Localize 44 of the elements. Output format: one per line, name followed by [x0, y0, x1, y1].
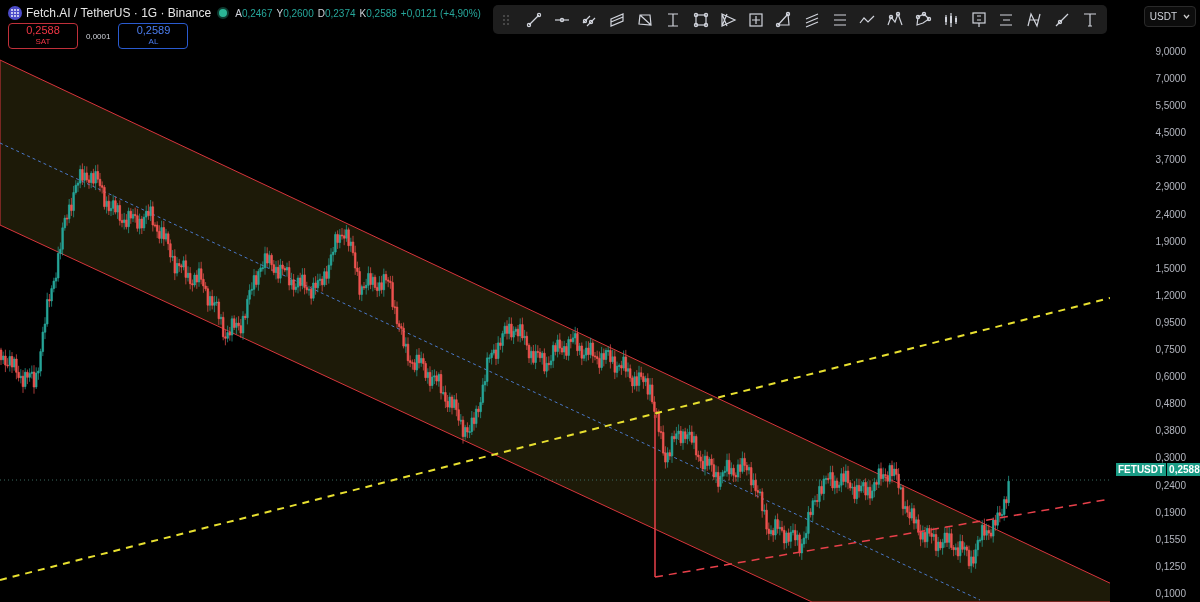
price-tick: 9,0000 — [1155, 45, 1186, 58]
price-tick: 0,3000 — [1155, 451, 1186, 465]
price-tick: 0,1900 — [1155, 505, 1186, 519]
trend-line-icon[interactable] — [524, 10, 543, 29]
fan-icon[interactable] — [719, 10, 738, 29]
price-tick: 1,2000 — [1155, 288, 1186, 302]
symbol-label: FETUSDT — [1116, 463, 1167, 476]
currency-dropdown[interactable]: USDT — [1143, 6, 1196, 27]
ohlc-value: D0,2374 — [317, 7, 356, 19]
price-tick: 0,4800 — [1155, 397, 1186, 411]
ohlc-value: A0,2467 — [235, 7, 273, 19]
price-change: +0,0121 (+4,90%) — [400, 7, 481, 19]
price-tick: 2,4000 — [1155, 207, 1186, 221]
ohlc-value: K0,2588 — [359, 7, 397, 19]
caret-icon — [1183, 14, 1190, 19]
rectangle-icon[interactable] — [691, 10, 710, 29]
price-tick: 5,5000 — [1155, 99, 1186, 113]
network-icon[interactable] — [913, 10, 932, 29]
price-tick: 0,1250 — [1155, 559, 1186, 573]
price-tick: 2,9000 — [1155, 180, 1186, 194]
channel-icon[interactable] — [608, 10, 627, 29]
price-tick: 4,5000 — [1155, 126, 1186, 140]
price-tick: 0,9500 — [1155, 315, 1186, 329]
spread-value: 0,0001 — [86, 31, 111, 41]
price-tick: 7,0000 — [1155, 72, 1186, 86]
price-tick: 0,6000 — [1155, 370, 1186, 384]
sell-button[interactable]: 0,2588 SAT — [8, 23, 78, 49]
triangle-icon[interactable] — [774, 10, 793, 29]
ohlc-value: Y0,2600 — [276, 7, 314, 19]
price-tick: 0,1000 — [1155, 586, 1186, 600]
buy-button[interactable]: 0,2589 AL — [118, 23, 189, 49]
last-price-label: 0,2588 — [1167, 463, 1200, 476]
price-tick: 1,9000 — [1155, 234, 1186, 248]
price-tick: 1,5000 — [1155, 261, 1186, 275]
coin-logo-icon — [8, 6, 22, 20]
symbol-title: Fetch.AI / TetherUS · 1G · Binance — [26, 6, 212, 20]
price-note-icon[interactable] — [969, 10, 988, 29]
price-tick: 0,7500 — [1155, 343, 1186, 357]
price-tick: 3,7000 — [1155, 153, 1186, 167]
price-tick: 0,1550 — [1155, 532, 1186, 546]
market-status-icon — [217, 7, 230, 19]
price-tick: 0,3800 — [1155, 424, 1186, 438]
box-icon[interactable] — [747, 10, 766, 29]
price-tick: 0,2400 — [1155, 478, 1186, 492]
